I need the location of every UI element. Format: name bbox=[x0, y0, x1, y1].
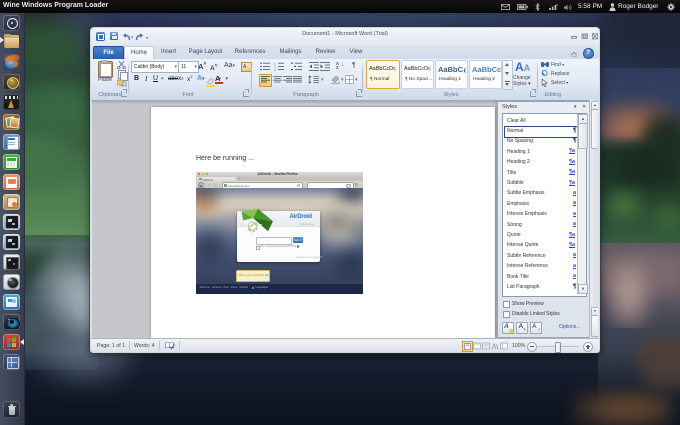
svg-text:3: 3 bbox=[274, 68, 276, 71]
